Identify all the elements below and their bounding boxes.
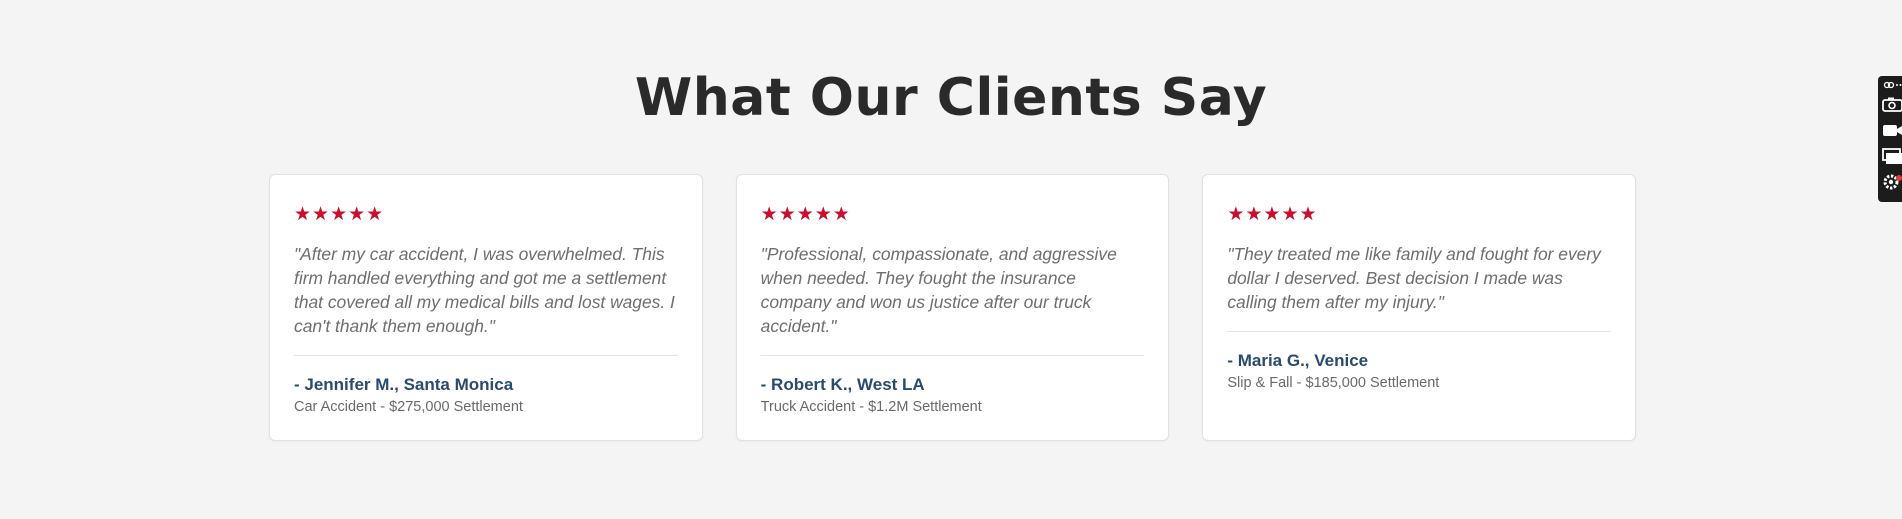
testimonial-author: - Maria G., Venice	[1227, 351, 1369, 370]
testimonial-author: - Robert K., West LA	[760, 375, 925, 394]
testimonial-case-detail: Truck Accident - $1.2M Settlement	[760, 399, 982, 415]
testimonial-quote: "Professional, compassionate, and aggres…	[760, 242, 1145, 356]
testimonial-card: ★★★★★ "Professional, compassionate, and …	[735, 174, 1170, 441]
floating-capture-toolbar	[1878, 76, 1902, 202]
video-icon[interactable]	[1878, 117, 1902, 143]
testimonial-card: ★★★★★ "After my car accident, I was over…	[269, 174, 703, 441]
testimonial-card: ★★★★★ "They treated me like family and f…	[1202, 174, 1637, 441]
star-rating: ★★★★★	[1227, 203, 1318, 225]
testimonials-section: What Our Clients Say ★★★★★ "After my car…	[0, 0, 1902, 519]
star-rating: ★★★★★	[294, 203, 385, 225]
testimonial-cards: ★★★★★ "After my car accident, I was over…	[269, 174, 1637, 441]
link-icon[interactable]	[1878, 79, 1902, 91]
section-title: What Our Clients Say	[634, 68, 1268, 128]
settings-icon[interactable]	[1878, 169, 1902, 195]
window-icon[interactable]	[1878, 143, 1902, 169]
testimonial-quote: "They treated me like family and fought …	[1227, 242, 1612, 332]
star-rating: ★★★★★	[760, 203, 851, 225]
testimonial-case-detail: Car Accident - $275,000 Settlement	[294, 399, 523, 415]
testimonial-quote: "After my car accident, I was overwhelme…	[294, 242, 678, 356]
testimonial-case-detail: Slip & Fall - $185,000 Settlement	[1227, 375, 1440, 391]
testimonial-author: - Jennifer M., Santa Monica	[294, 375, 514, 394]
camera-icon[interactable]	[1878, 91, 1902, 117]
